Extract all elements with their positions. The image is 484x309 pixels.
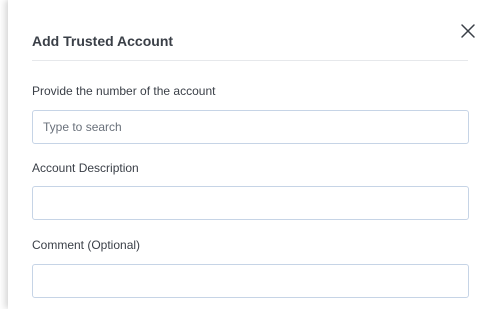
- comment-input[interactable]: [32, 264, 469, 298]
- close-icon: [461, 24, 475, 38]
- account-number-search-input[interactable]: [32, 110, 469, 144]
- account-description-label: Account Description: [32, 161, 139, 175]
- close-button[interactable]: [457, 20, 479, 42]
- account-description-input[interactable]: [32, 186, 469, 220]
- dialog-title: Add Trusted Account: [32, 33, 174, 49]
- header-divider: [32, 60, 468, 61]
- add-trusted-account-dialog: Add Trusted Account Provide the number o…: [8, 0, 484, 309]
- account-number-label: Provide the number of the account: [32, 84, 216, 98]
- comment-label: Comment (Optional): [32, 238, 141, 252]
